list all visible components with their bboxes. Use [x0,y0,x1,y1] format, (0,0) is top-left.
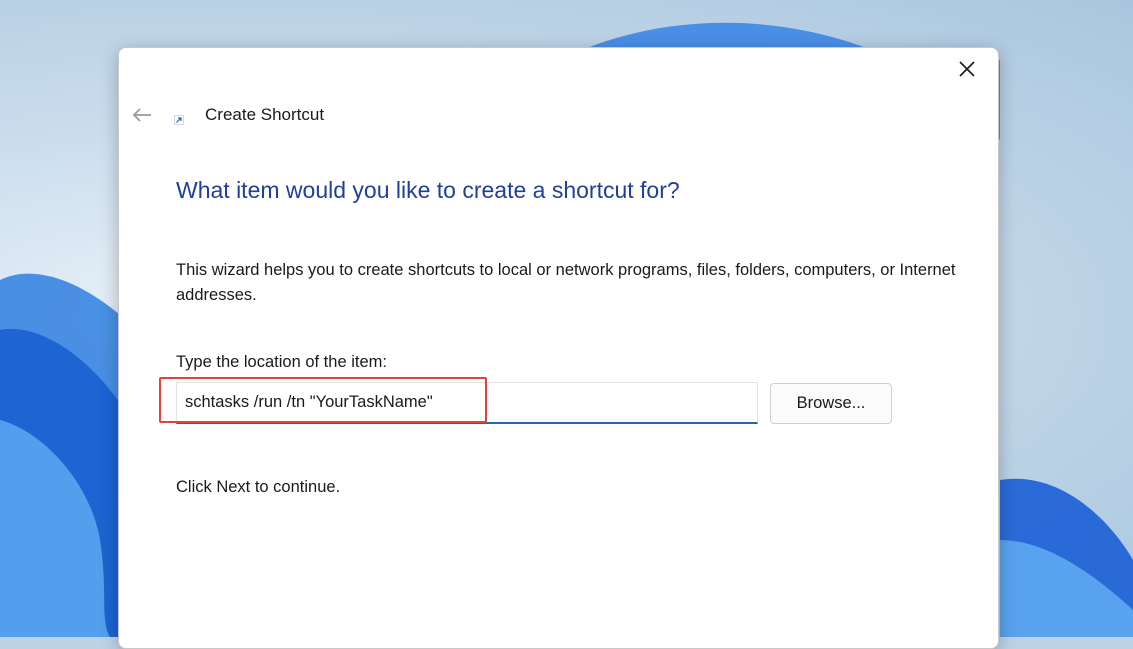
browse-button[interactable]: Browse... [770,383,892,424]
location-label: Type the location of the item: [176,353,387,371]
wizard-title: Create Shortcut [205,105,325,124]
wizard-description: This wizard helps you to create shortcut… [176,261,956,304]
page-heading: What item would you like to create a sho… [176,177,680,203]
shortcut-arrow-icon [174,115,184,125]
continue-instruction: Click Next to continue. [176,478,341,496]
back-button[interactable] [127,100,157,130]
location-input[interactable] [176,382,758,424]
back-arrow-icon [132,108,151,122]
close-button[interactable] [946,52,988,86]
create-shortcut-dialog: Create Shortcut What item would you like… [118,47,999,649]
close-icon [959,61,975,77]
